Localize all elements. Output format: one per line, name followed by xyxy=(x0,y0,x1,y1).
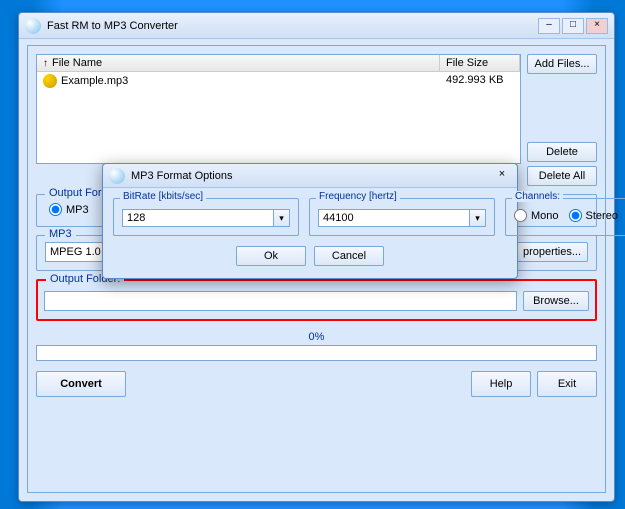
col-filename[interactable]: ↑ File Name xyxy=(37,55,440,71)
help-button[interactable]: Help xyxy=(471,371,531,397)
channels-fieldset: Channels: Mono Stereo xyxy=(505,198,625,236)
col-filename-label: File Name xyxy=(52,57,102,69)
ok-button[interactable]: Ok xyxy=(236,246,306,266)
exit-button[interactable]: Exit xyxy=(537,371,597,397)
chevron-down-icon[interactable]: ▾ xyxy=(274,209,290,227)
dialog-icon xyxy=(109,168,125,184)
stereo-radio[interactable]: Stereo xyxy=(569,209,618,222)
chevron-down-icon[interactable]: ▾ xyxy=(470,209,486,227)
cancel-button[interactable]: Cancel xyxy=(314,246,384,266)
output-folder-input[interactable] xyxy=(44,291,517,311)
mp3-legend: MP3 xyxy=(45,228,76,240)
convert-button[interactable]: Convert xyxy=(36,371,126,397)
file-list[interactable]: ↑ File Name File Size Example.mp3 492.99… xyxy=(36,54,521,164)
add-files-button[interactable]: Add Files... xyxy=(527,54,597,74)
file-size-cell: 492.993 KB xyxy=(440,72,520,90)
format-mp3-radio[interactable]: MP3 xyxy=(49,203,89,216)
file-icon xyxy=(43,74,57,88)
bitrate-fieldset: BitRate [kbits/sec] ▾ xyxy=(113,198,299,236)
mp3-options-dialog: MP3 Format Options × BitRate [kbits/sec]… xyxy=(102,163,518,279)
frequency-combo[interactable]: ▾ xyxy=(318,209,486,227)
maximize-button[interactable]: □ xyxy=(562,18,584,34)
properties-button[interactable]: properties... xyxy=(516,242,588,262)
channels-legend: Channels: xyxy=(512,191,563,202)
app-icon xyxy=(25,18,41,34)
window-title: Fast RM to MP3 Converter xyxy=(47,20,536,32)
frequency-input[interactable] xyxy=(318,209,470,227)
titlebar[interactable]: Fast RM to MP3 Converter – □ × xyxy=(19,13,614,39)
bitrate-input[interactable] xyxy=(122,209,274,227)
dialog-title: MP3 Format Options xyxy=(131,170,493,182)
bitrate-combo[interactable]: ▾ xyxy=(122,209,290,227)
close-button[interactable]: × xyxy=(586,18,608,34)
progress-bar xyxy=(36,345,597,361)
delete-button[interactable]: Delete xyxy=(527,142,597,162)
col-filesize[interactable]: File Size xyxy=(440,55,520,71)
sort-arrow-icon: ↑ xyxy=(43,58,48,69)
minimize-button[interactable]: – xyxy=(538,18,560,34)
file-list-header: ↑ File Name File Size xyxy=(37,55,520,72)
file-name-cell: Example.mp3 xyxy=(61,75,128,87)
frequency-fieldset: Frequency [hertz] ▾ xyxy=(309,198,495,236)
table-row[interactable]: Example.mp3 492.993 KB xyxy=(37,72,520,90)
frequency-legend: Frequency [hertz] xyxy=(316,191,400,202)
mono-radio[interactable]: Mono xyxy=(514,209,559,222)
bitrate-legend: BitRate [kbits/sec] xyxy=(120,191,206,202)
delete-all-button[interactable]: Delete All xyxy=(527,166,597,186)
progress-label: 0% xyxy=(36,331,597,343)
output-folder-fieldset: Output Folder: Browse... xyxy=(36,279,597,321)
dialog-close-button[interactable]: × xyxy=(493,168,511,184)
dialog-titlebar[interactable]: MP3 Format Options × xyxy=(103,164,517,188)
browse-button[interactable]: Browse... xyxy=(523,291,589,311)
